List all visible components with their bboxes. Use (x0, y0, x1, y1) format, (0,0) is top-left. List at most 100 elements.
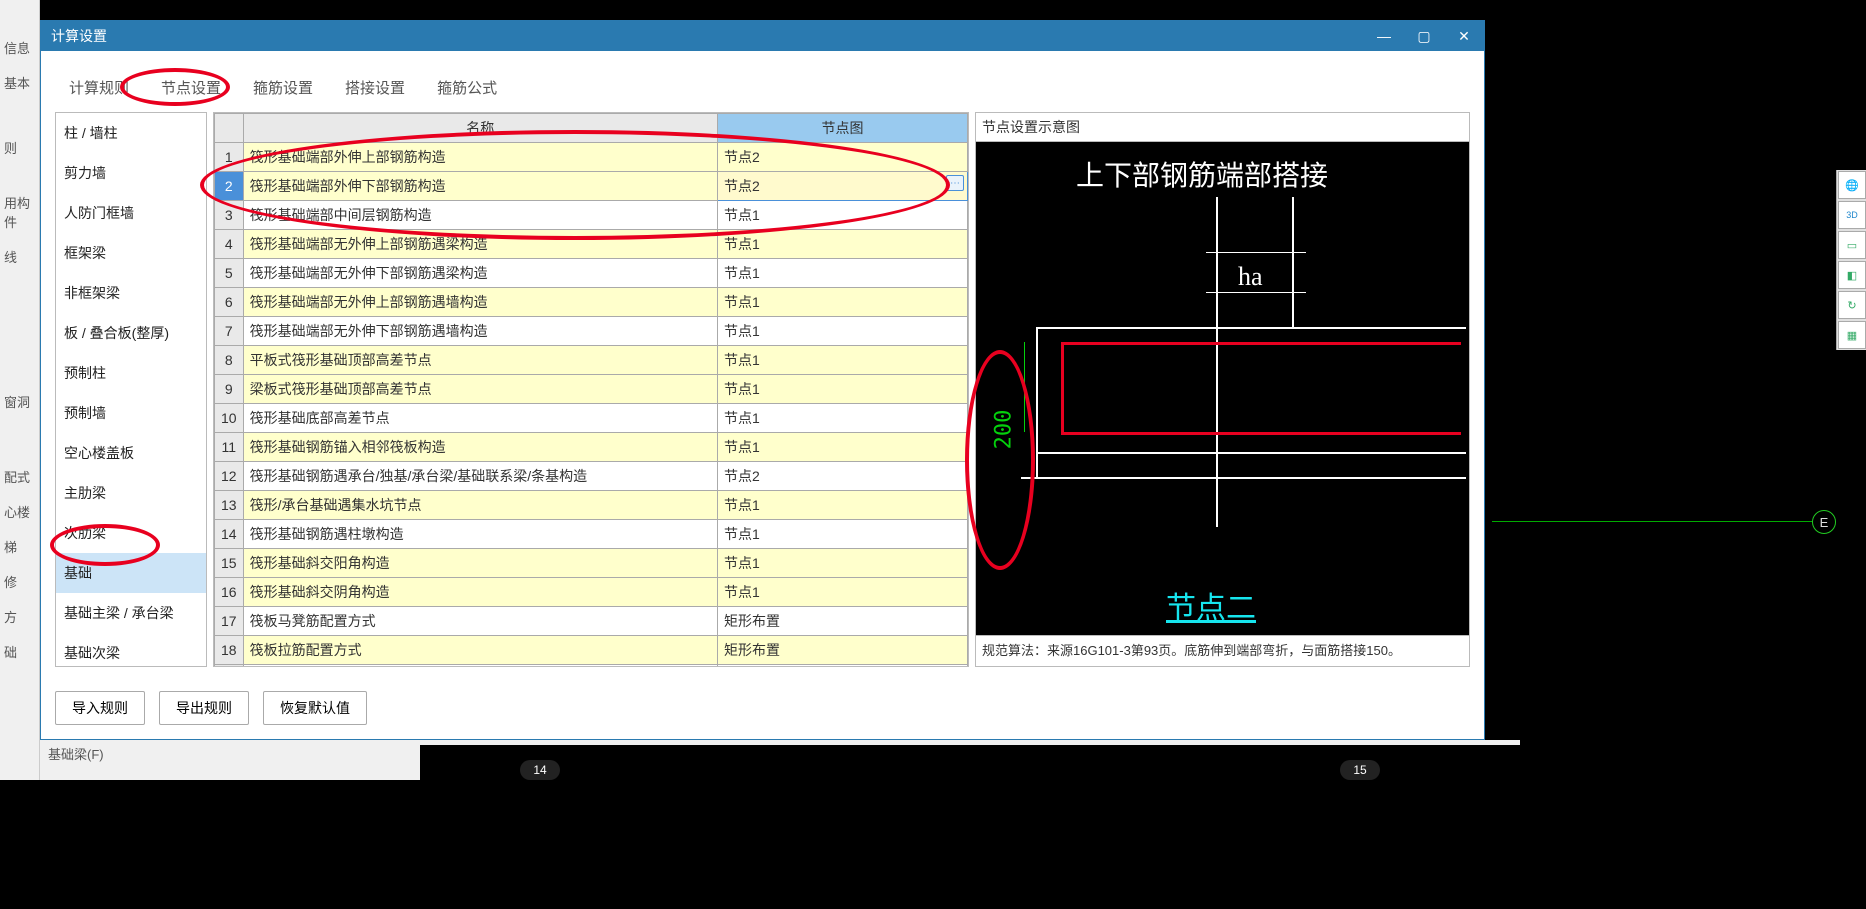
maximize-button[interactable]: ▢ (1404, 21, 1444, 51)
refresh-icon[interactable]: ↻ (1838, 291, 1866, 319)
row-name: 筏形基础端部外伸下部钢筋构造 (243, 172, 717, 201)
sidebar-item-column[interactable]: 柱 / 墙柱 (56, 113, 206, 153)
row-node-value[interactable]: 节点1 (718, 375, 968, 404)
3d-icon[interactable]: 3D (1838, 201, 1866, 229)
row-node-value[interactable]: 节点2 (718, 462, 968, 491)
table-row[interactable]: 11筏形基础钢筋锚入相邻筏板构造节点1 (215, 433, 968, 462)
row-number: 13 (215, 491, 244, 520)
row-node-value[interactable]: 节点2⋯ (718, 172, 968, 201)
sidebar-item-hollow-slab[interactable]: 空心楼盖板 (56, 433, 206, 473)
row-node-value[interactable]: 节点1 (718, 288, 968, 317)
row-name: 筏形基础端部无外伸上部钢筋遇墙构造 (243, 288, 717, 317)
sidebar-item-foundation[interactable]: 基础 (56, 553, 206, 593)
table-row[interactable]: 13筏形/承台基础遇集水坑节点节点1 (215, 491, 968, 520)
tab-calc-rules[interactable]: 计算规则 (55, 71, 143, 104)
preview-title: 节点设置示意图 (976, 113, 1469, 142)
table-row[interactable]: 4筏形基础端部无外伸上部钢筋遇梁构造节点1 (215, 230, 968, 259)
tab-lap-settings[interactable]: 搭接设置 (331, 71, 419, 104)
row-node-value[interactable]: 节点1 (718, 578, 968, 607)
row-node-value[interactable]: 节点2 (718, 143, 968, 172)
row-node-value[interactable]: 矩形布置 (718, 636, 968, 665)
sidebar-item-foundation-beam[interactable]: 基础主梁 / 承台梁 (56, 593, 206, 633)
table-row[interactable]: 5筏形基础端部无外伸下部钢筋遇梁构造节点1 (215, 259, 968, 288)
grid-icon[interactable]: ▦ (1838, 321, 1866, 349)
row-node-value[interactable]: 节点1 (718, 201, 968, 230)
row-node-value[interactable]: 节点1 (718, 346, 968, 375)
row-name: 筏板拉筋配置方式 (243, 636, 717, 665)
row-name: 承台底筋锚入防水底板构造 (243, 665, 717, 668)
table-row[interactable]: 9梁板式筏形基础顶部高差节点节点1 (215, 375, 968, 404)
sidebar-item-main-rib[interactable]: 主肋梁 (56, 473, 206, 513)
row-node-value[interactable]: 节点1 (718, 549, 968, 578)
sidebar-item-sub-rib[interactable]: 次肋梁 (56, 513, 206, 553)
table-row[interactable]: 2筏形基础端部外伸下部钢筋构造节点2⋯ (215, 172, 968, 201)
row-name: 筏形基础钢筋遇柱墩构造 (243, 520, 717, 549)
col-node: 节点图 (718, 114, 968, 143)
ruler-marker-14[interactable]: 14 (520, 760, 560, 780)
sidebar-item-shearwall[interactable]: 剪力墙 (56, 153, 206, 193)
sidebar-item-precast-column[interactable]: 预制柱 (56, 353, 206, 393)
globe-icon[interactable]: 🌐 (1838, 171, 1866, 199)
sidebar-item-precast-wall[interactable]: 预制墙 (56, 393, 206, 433)
table-row[interactable]: 18筏板拉筋配置方式矩形布置 (215, 636, 968, 665)
left-panel-item: 基本 (0, 65, 39, 100)
dialog-footer: 导入规则 导出规则 恢复默认值 (41, 677, 1484, 739)
left-panel-item: 心楼 (0, 494, 39, 529)
table-row[interactable]: 7筏形基础端部无外伸下部钢筋遇墙构造节点1 (215, 317, 968, 346)
grid-marker-e: E (1812, 510, 1836, 534)
cube-iso-icon[interactable]: ◧ (1838, 261, 1866, 289)
restore-default-button[interactable]: 恢复默认值 (263, 691, 367, 725)
sidebar-item-foundation-sub-beam[interactable]: 基础次梁 (56, 633, 206, 667)
row-number: 8 (215, 346, 244, 375)
table-row[interactable]: 6筏形基础端部无外伸上部钢筋遇墙构造节点1 (215, 288, 968, 317)
table-row[interactable]: 16筏形基础斜交阴角构造节点1 (215, 578, 968, 607)
left-panel-item: 修 (0, 564, 39, 599)
row-node-value[interactable]: 节点1 (718, 317, 968, 346)
export-rules-button[interactable]: 导出规则 (159, 691, 249, 725)
table-row[interactable]: 12筏形基础钢筋遇承台/独基/承台梁/基础联系梁/条基构造节点2 (215, 462, 968, 491)
tab-stirrup-formula[interactable]: 箍筋公式 (423, 71, 511, 104)
table-row[interactable]: 14筏形基础钢筋遇柱墩构造节点1 (215, 520, 968, 549)
row-name: 筏形基础端部无外伸下部钢筋遇墙构造 (243, 317, 717, 346)
row-number: 2 (215, 172, 244, 201)
tab-stirrup-settings[interactable]: 箍筋设置 (239, 71, 327, 104)
sidebar-item-slab[interactable]: 板 / 叠合板(整厚) (56, 313, 206, 353)
table-row[interactable]: 19承台底筋锚入防水底板构造节点1 (215, 665, 968, 668)
row-node-value[interactable]: 节点1 (718, 491, 968, 520)
sidebar-item-frame-beam[interactable]: 框架梁 (56, 233, 206, 273)
category-sidebar: 柱 / 墙柱 剪力墙 人防门框墙 框架梁 非框架梁 板 / 叠合板(整厚) 预制… (55, 112, 207, 667)
row-name: 筏形基础斜交阳角构造 (243, 549, 717, 578)
row-node-value[interactable]: 节点1 (718, 230, 968, 259)
row-node-value[interactable]: 节点1 (718, 433, 968, 462)
dialog-titlebar: 计算设置 — ▢ ✕ (41, 21, 1484, 51)
table-row[interactable]: 8平板式筏形基础顶部高差节点节点1 (215, 346, 968, 375)
ellipsis-button[interactable]: ⋯ (946, 175, 964, 191)
row-name: 筏形基础端部无外伸下部钢筋遇梁构造 (243, 259, 717, 288)
view-toolbar: 🌐 3D ▭ ◧ ↻ ▦ (1836, 170, 1866, 350)
left-panel-item: 用构件 (0, 185, 39, 239)
row-number: 16 (215, 578, 244, 607)
preview-canvas: 上下部钢筋端部搭接 ha (976, 142, 1469, 635)
table-row[interactable]: 3筏形基础端部中间层钢筋构造节点1 (215, 201, 968, 230)
row-node-value[interactable]: 节点1 (718, 259, 968, 288)
import-rules-button[interactable]: 导入规则 (55, 691, 145, 725)
row-node-value[interactable]: 节点1 (718, 404, 968, 433)
sidebar-item-nonframe-beam[interactable]: 非框架梁 (56, 273, 206, 313)
row-number: 1 (215, 143, 244, 172)
grid-line (1492, 521, 1812, 522)
sidebar-item-doorframe[interactable]: 人防门框墙 (56, 193, 206, 233)
tab-node-settings[interactable]: 节点设置 (147, 71, 235, 104)
minimize-button[interactable]: — (1364, 21, 1404, 51)
cube-front-icon[interactable]: ▭ (1838, 231, 1866, 259)
row-node-value[interactable]: 节点1 (718, 665, 968, 668)
row-node-value[interactable]: 节点1 (718, 520, 968, 549)
table-row[interactable]: 10筏形基础底部高差节点节点1 (215, 404, 968, 433)
ruler-marker-15[interactable]: 15 (1340, 760, 1380, 780)
table-row[interactable]: 1筏形基础端部外伸上部钢筋构造节点2 (215, 143, 968, 172)
row-name: 筏形基础钢筋锚入相邻筏板构造 (243, 433, 717, 462)
table-row[interactable]: 17筏板马凳筋配置方式矩形布置 (215, 607, 968, 636)
row-node-value[interactable]: 矩形布置 (718, 607, 968, 636)
table-row[interactable]: 15筏形基础斜交阳角构造节点1 (215, 549, 968, 578)
close-button[interactable]: ✕ (1444, 21, 1484, 51)
row-number: 18 (215, 636, 244, 665)
